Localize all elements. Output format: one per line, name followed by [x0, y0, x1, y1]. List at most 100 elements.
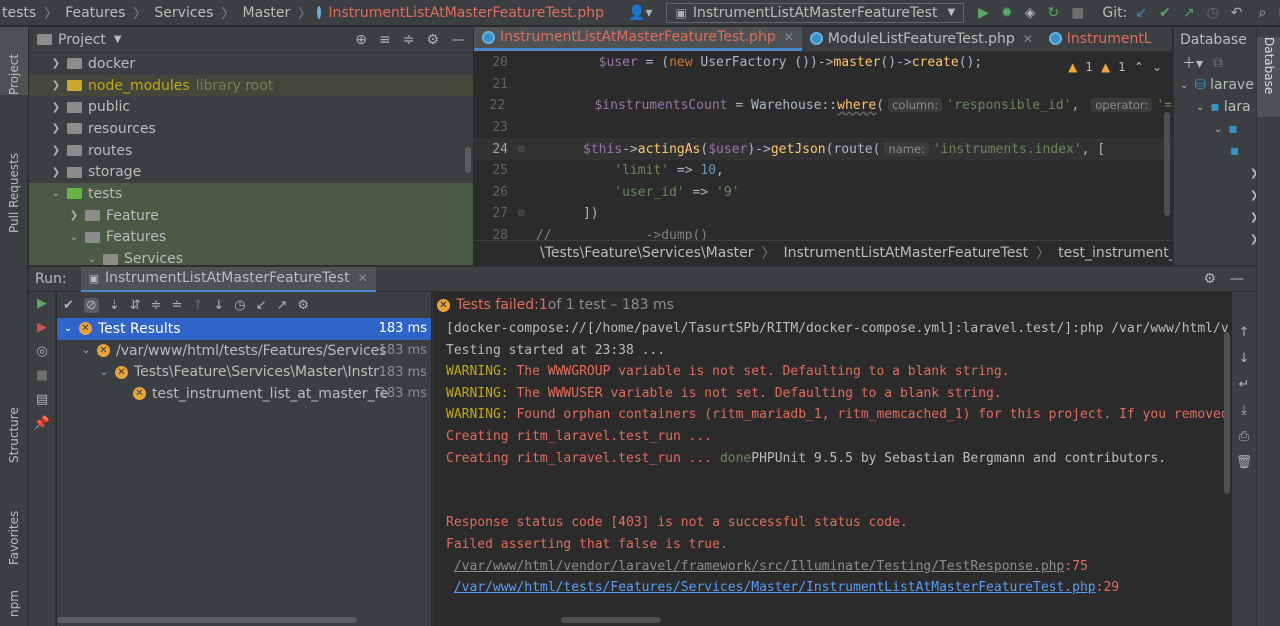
- breadcrumb-namespace[interactable]: \Tests\Feature\Services\Master: [540, 245, 753, 261]
- breadcrumb-class[interactable]: InstrumentListAtMasterFeatureTest: [783, 245, 1028, 261]
- minimize-icon[interactable]: —: [1230, 271, 1244, 287]
- previous-failed-icon[interactable]: ↑: [192, 298, 203, 313]
- npm-tool-tab[interactable]: npm: [0, 573, 28, 617]
- close-icon[interactable]: ✕: [358, 271, 368, 285]
- search-icon[interactable]: ⌕: [1259, 5, 1267, 21]
- add-icon[interactable]: ＋▾: [1182, 53, 1203, 73]
- project-scrollbar[interactable]: [465, 147, 471, 173]
- tree-item-feature[interactable]: ❯ Feature: [29, 204, 473, 227]
- database-item[interactable]: ❯: [1174, 228, 1256, 250]
- chevron-down-icon[interactable]: ⌄: [79, 345, 93, 356]
- chevron-right-icon[interactable]: ❯: [49, 80, 63, 91]
- structure-tool-tab[interactable]: Structure: [0, 393, 28, 463]
- fold-icon[interactable]: ⊟: [518, 208, 536, 219]
- dropdown-arrow-icon[interactable]: ▼: [114, 34, 122, 45]
- close-icon[interactable]: ✕: [1023, 32, 1033, 46]
- chevron-down-icon[interactable]: ⌄: [49, 188, 63, 199]
- tree-item-services[interactable]: ⌄ Services: [29, 248, 473, 265]
- breadcrumb-file[interactable]: InstrumentListAtMasterFeatureTest.php: [326, 5, 606, 21]
- next-failed-icon[interactable]: ↓: [213, 298, 224, 313]
- test-results-root[interactable]: ⌄ ✕ Test Results 183 ms: [57, 318, 431, 340]
- tree-hscrollbar[interactable]: [57, 617, 427, 623]
- arrow-up-icon[interactable]: ↑: [1232, 320, 1256, 346]
- coverage-icon[interactable]: ◈: [1025, 5, 1036, 21]
- rerun-failed-icon[interactable]: ▶: [29, 316, 55, 340]
- rerun-icon[interactable]: ▶: [29, 292, 55, 316]
- chevron-right-icon[interactable]: ❯: [49, 145, 63, 156]
- git-commit-icon[interactable]: ✔: [1159, 5, 1171, 21]
- test-node-class[interactable]: ⌄ ✕ Tests\Feature\Services\Master\Instr …: [57, 361, 431, 383]
- database-item[interactable]: ⌄ ▪: [1174, 118, 1256, 140]
- chevron-right-icon[interactable]: ❯: [49, 58, 63, 69]
- stacktrace-link[interactable]: /var/www/html/tests/Features/Services/Ma…: [454, 580, 1096, 595]
- chevron-right-icon[interactable]: ❯: [1250, 234, 1256, 245]
- breadcrumb-services[interactable]: Services: [152, 5, 215, 21]
- close-icon[interactable]: ✕: [784, 30, 794, 44]
- rerun-icon[interactable]: ↻: [1047, 5, 1059, 21]
- chevron-right-icon[interactable]: ❯: [67, 210, 81, 221]
- export-tests-icon[interactable]: ↗: [277, 298, 288, 313]
- chevron-down-icon[interactable]: ⌄: [1196, 102, 1204, 113]
- tree-item-public[interactable]: ❯ public: [29, 96, 473, 118]
- favorites-tool-tab[interactable]: Favorites: [0, 485, 28, 565]
- fold-icon[interactable]: ⊟: [518, 144, 536, 155]
- editor-tab-module-list[interactable]: ModuleListFeatureTest.php ✕: [802, 27, 1041, 51]
- pin-icon[interactable]: 📌: [29, 412, 55, 436]
- trash-icon[interactable]: 🗑: [1232, 450, 1256, 476]
- run-configuration-select[interactable]: ▣ InstrumentListAtMasterFeatureTest ▼: [666, 2, 965, 23]
- test-history-icon[interactable]: ◷: [234, 298, 245, 313]
- chevron-right-icon[interactable]: ❯: [49, 167, 63, 178]
- debug-icon[interactable]: ✹: [1001, 5, 1013, 21]
- run-icon[interactable]: ▶: [978, 5, 989, 21]
- project-tool-tab[interactable]: Project: [0, 27, 28, 95]
- chevron-down-icon[interactable]: ⌄: [97, 367, 111, 378]
- editor-scrollbar[interactable]: [1164, 112, 1170, 216]
- database-item[interactable]: ❯: [1174, 162, 1256, 184]
- console-output[interactable]: ✕ Tests failed: 1 of 1 test – 183 ms [do…: [432, 292, 1232, 626]
- tree-item-routes[interactable]: ❯ routes: [29, 140, 473, 162]
- import-tests-icon[interactable]: ↙: [256, 298, 267, 313]
- editor-tab-instrument-list[interactable]: InstrumentListAtMasterFeatureTest.php ✕: [474, 27, 802, 51]
- code-area[interactable]: 20 $user = (new UserFactory ())->master(…: [474, 52, 1172, 240]
- print-icon[interactable]: ⎙: [1232, 424, 1256, 450]
- gear-icon[interactable]: ⚙: [1203, 271, 1216, 287]
- git-update-icon[interactable]: ↙: [1135, 5, 1147, 21]
- chevron-right-icon[interactable]: ❯: [1250, 190, 1256, 201]
- layout-icon[interactable]: ▤: [29, 388, 55, 412]
- chevron-right-icon[interactable]: ❯: [49, 102, 63, 113]
- test-node-method[interactable]: ✕ test_instrument_list_at_master_fe 183 …: [57, 383, 431, 405]
- history-icon[interactable]: ◷: [1207, 5, 1219, 21]
- run-tab[interactable]: ▣ InstrumentListAtMasterFeatureTest ✕: [80, 266, 376, 292]
- copy-icon[interactable]: ⧉: [1213, 55, 1223, 71]
- chevron-right-icon[interactable]: ❯: [1250, 168, 1256, 179]
- minimize-icon[interactable]: —: [451, 32, 465, 48]
- chevron-down-icon[interactable]: ⌄: [1214, 124, 1222, 135]
- toggle-auto-test-icon[interactable]: ◎: [29, 340, 55, 364]
- user-icon[interactable]: 👤▾: [628, 5, 652, 21]
- chevron-down-icon[interactable]: ⌄: [85, 254, 99, 265]
- show-passed-icon[interactable]: ✔: [63, 298, 74, 313]
- tree-item-features[interactable]: ⌄ Features: [29, 226, 473, 249]
- tree-item-tests[interactable]: ⌄ tests: [29, 183, 473, 205]
- database-item[interactable]: ❯: [1174, 206, 1256, 228]
- console-vscrollbar[interactable]: [1224, 332, 1230, 494]
- tree-item-docker[interactable]: ❯ docker: [29, 53, 473, 75]
- project-panel-title[interactable]: Project: [58, 32, 106, 48]
- rollback-icon[interactable]: ↶: [1231, 5, 1243, 21]
- breadcrumb-method[interactable]: test_instrument_lis: [1058, 245, 1172, 261]
- chevron-down-icon[interactable]: ⌄: [61, 323, 75, 334]
- chevron-right-icon[interactable]: ❯: [49, 123, 63, 134]
- breadcrumb-master[interactable]: Master: [240, 5, 292, 21]
- tree-item-resources[interactable]: ❯ resources: [29, 118, 473, 140]
- show-ignored-icon[interactable]: ⊘: [83, 297, 99, 313]
- expand-all-icon[interactable]: ≑: [403, 32, 415, 48]
- stop-icon[interactable]: ■: [29, 364, 55, 388]
- collapse-all-icon[interactable]: ≡: [379, 32, 391, 48]
- locate-icon[interactable]: ⊕: [355, 32, 367, 48]
- database-tool-tab[interactable]: Database: [1257, 37, 1280, 117]
- expand-all-icon[interactable]: ≑: [151, 298, 162, 313]
- tree-item-storage[interactable]: ❯ storage: [29, 161, 473, 183]
- chevron-down-icon[interactable]: ⌄: [1180, 80, 1188, 91]
- stacktrace-link[interactable]: /var/www/html/vendor/laravel/framework/s…: [454, 559, 1064, 574]
- database-item[interactable]: ▪: [1174, 140, 1256, 162]
